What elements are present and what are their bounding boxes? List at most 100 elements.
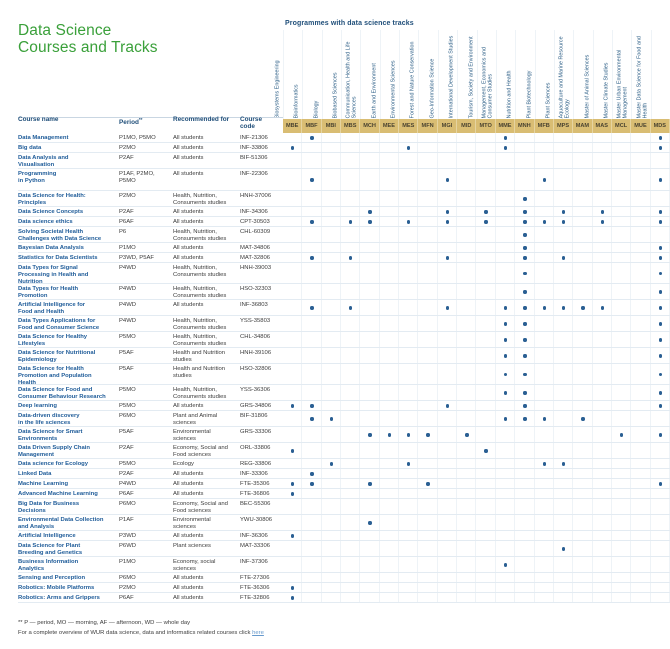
course-name[interactable]: Data Types for Signal Processing in Healt… (18, 263, 118, 285)
track-cell-mbs (341, 499, 361, 514)
track-cell-mee (380, 459, 400, 468)
course-name[interactable]: Machine Learning (18, 479, 118, 488)
course-name[interactable]: Linked Data (18, 469, 118, 478)
track-cell-mee (380, 364, 400, 384)
track-cell-mgi (438, 515, 458, 530)
programme-column-separator (573, 30, 575, 119)
course-name[interactable]: Artificial Intelligence (18, 531, 118, 540)
programme-column-separator (321, 30, 323, 119)
track-grid (283, 263, 670, 283)
track-cell-mbi (322, 133, 342, 142)
course-name[interactable]: Programming in Python (18, 169, 118, 185)
programme-label-mfb: Plant Biotechnology (515, 30, 534, 118)
track-dot-mnh (523, 391, 527, 395)
course-period: P4WD (119, 286, 137, 293)
track-dot-mto (484, 220, 488, 224)
course-name[interactable]: Environmental Data Collection and Analysi… (18, 515, 118, 531)
track-dot-mnh (523, 197, 527, 201)
course-name[interactable]: Data Science for Smart Environments (18, 427, 118, 443)
track-grid (283, 385, 670, 400)
course-name[interactable]: Big data (18, 143, 118, 152)
track-cell-mee (380, 217, 400, 226)
track-cell-mme (496, 531, 516, 540)
course-name[interactable]: Data Science for Healthy Lifestyles (18, 332, 118, 348)
track-cell-mcl (612, 133, 632, 142)
track-cell-mas (593, 316, 612, 331)
track-dot-mds (658, 256, 663, 260)
course-name[interactable]: Data Science for Nutritional Epidemiology (18, 348, 118, 364)
track-grid (283, 217, 670, 226)
course-name[interactable]: Data Types Applications for Food and Cons… (18, 316, 118, 332)
programme-column-separator (592, 30, 594, 119)
track-grid (283, 479, 670, 488)
course-name[interactable]: Robotics: Arms and Grippers (18, 593, 118, 602)
track-cell-mbi (322, 191, 342, 206)
track-cell-mme (496, 427, 516, 442)
course-name[interactable]: Data Science for Plant Breeding and Genet… (18, 541, 118, 557)
track-cell-mto (477, 253, 496, 262)
course-name[interactable]: Artificial Intelligence for Food and Heal… (18, 300, 118, 316)
course-name[interactable]: Robotics: Mobile Platforms (18, 583, 118, 592)
track-cell-mch (360, 253, 380, 262)
track-cell-mch (360, 153, 380, 168)
track-cell-mfb (535, 191, 554, 206)
course-name[interactable]: Data Driven Supply Chain Management (18, 443, 118, 459)
track-cell-mue (631, 348, 651, 363)
track-cell-mbs (341, 227, 361, 242)
programme-label-mam: Aquaculture and Marine Resource Ecology (554, 30, 573, 118)
course-name[interactable]: Data Management (18, 133, 118, 142)
programme-label-text: Master Data Science for Food and Health (636, 35, 649, 118)
course-name[interactable]: Data Science Concepts (18, 207, 118, 216)
course-code: INF-33306 (240, 471, 268, 478)
course-recommended-for: Health, Nutrition, Consuments studies (173, 193, 227, 206)
table-row: Data Management P1MO, P5MO All students INF… (18, 133, 670, 143)
course-name[interactable]: Bayesian Data Analysis (18, 243, 118, 252)
programme-label-text: Nutrition and Health (507, 70, 514, 118)
course-name[interactable]: Advanced Machine Learning (18, 489, 118, 498)
track-cell-mcl (612, 227, 632, 242)
course-name[interactable]: Solving Societal Health Challenges with D… (18, 227, 118, 243)
course-name[interactable]: Statistics for Data Scientists (18, 253, 118, 262)
course-name[interactable]: Data science for Ecology (18, 459, 118, 468)
footer: ** P — period, MO — morning, AF — aftern… (18, 620, 618, 636)
track-cell-mue (631, 385, 651, 400)
track-cell-mid (457, 263, 477, 283)
overview-link[interactable]: here (252, 630, 264, 636)
track-cell-mnh (515, 479, 535, 488)
course-name[interactable]: Data science ethics (18, 217, 118, 226)
course-recommended-for: Economy, Social and Food sciences (173, 501, 228, 514)
course-recommended-for: Health, Nutrition, Consuments studies (173, 265, 227, 278)
track-dot-mch (368, 482, 372, 486)
course-name[interactable]: Data Science for Health: Principles (18, 191, 118, 207)
course-name[interactable]: Deep learning (18, 401, 118, 410)
track-cell-mto (477, 364, 496, 384)
programme-label-mid: International Development Studies (438, 30, 457, 118)
track-cell-mch (360, 411, 380, 426)
course-name[interactable]: Data Analysis and Visualisation (18, 153, 118, 169)
track-cell-mfb (535, 364, 554, 384)
track-cell-mbf (302, 515, 322, 530)
track-dot-mds (658, 391, 663, 395)
course-name[interactable]: Data Science for Health Promotion and Pop… (18, 364, 118, 386)
course-period: P5AF (119, 350, 134, 357)
track-cell-mto (477, 427, 496, 442)
track-cell-mds (651, 411, 670, 426)
track-cell-mam (573, 243, 593, 252)
course-name[interactable]: Sensing and Perception (18, 573, 118, 582)
course-name[interactable]: Data-driven discovery in the life science… (18, 411, 118, 427)
course-name[interactable]: Business Information Analytics (18, 557, 118, 573)
course-name[interactable]: Data Science for Food and Consumer Behavi… (18, 385, 118, 401)
track-cell-mfb (535, 263, 554, 283)
track-cell-mes (399, 499, 419, 514)
track-cell-mnh (515, 541, 535, 556)
track-cell-mes (399, 207, 419, 216)
course-name[interactable]: Big Data for Business Decisions (18, 499, 118, 515)
track-cell-mgi (438, 263, 458, 283)
track-cell-mfb (535, 427, 554, 442)
track-dot-mch (368, 220, 372, 224)
course-code: BIF-51306 (240, 155, 268, 162)
track-cell-mme (496, 263, 516, 283)
track-cell-mme (496, 227, 516, 242)
course-name[interactable]: Data Types for Health Promotion (18, 284, 118, 300)
page-title-line2: Courses and Tracks (18, 39, 158, 56)
